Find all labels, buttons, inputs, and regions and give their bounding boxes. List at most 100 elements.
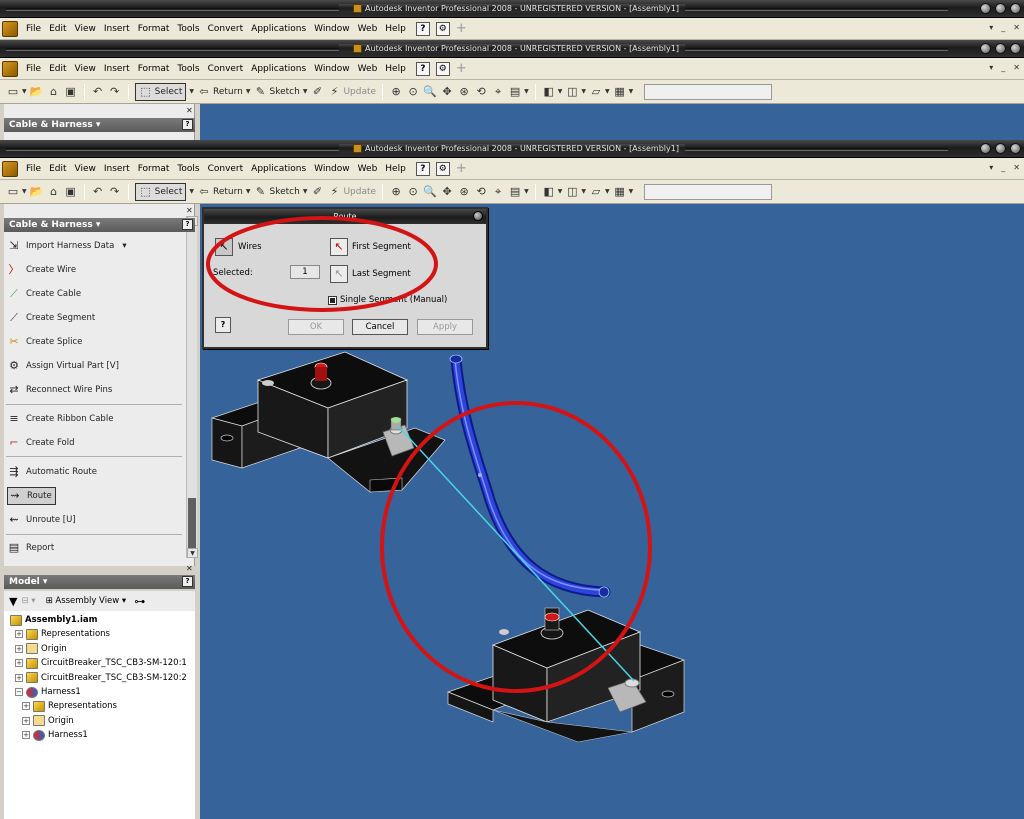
menu-format[interactable]: Format xyxy=(134,24,174,34)
web-tools-icon[interactable]: ⚙ xyxy=(435,161,450,176)
tool-unroute[interactable]: ⇜ Unroute [U] xyxy=(7,511,75,529)
maximize-button[interactable] xyxy=(995,3,1006,14)
tool-reconnect[interactable]: ⇄ Reconnect Wire Pins xyxy=(7,381,112,399)
zoom-button[interactable]: 🔍 xyxy=(423,83,437,101)
tool-wire[interactable]: 〉 Create Wire xyxy=(7,261,77,279)
undo-button[interactable]: ↶ xyxy=(91,183,105,201)
menu-tools[interactable]: Tools xyxy=(173,24,203,34)
zoom-selected-button[interactable]: ⊛ xyxy=(457,183,471,201)
doc-minimize-icon[interactable]: ▾ xyxy=(989,23,993,32)
representation-icon[interactable]: ⊟ ▾ xyxy=(21,596,35,606)
zoom-all-button[interactable]: ⊕ xyxy=(389,183,403,201)
expand-icon[interactable]: + xyxy=(15,673,23,682)
doc-minimize-icon[interactable]: ▾ xyxy=(989,63,993,72)
menu-convert[interactable]: Convert xyxy=(204,164,248,174)
collapse-icon[interactable]: − xyxy=(15,688,23,696)
panel-help-icon[interactable]: ? xyxy=(182,119,193,130)
look-at-button[interactable]: ⌖ xyxy=(491,83,505,101)
tool-cable[interactable]: ⟋ Create Cable xyxy=(7,285,81,303)
pan-button[interactable]: ✥ xyxy=(440,183,454,201)
redo-button[interactable]: ↷ xyxy=(108,83,122,101)
menu-insert[interactable]: Insert xyxy=(100,24,134,34)
tree-node[interactable]: + Representations xyxy=(22,699,117,713)
tool-segment[interactable]: ⟋ Create Segment xyxy=(7,309,95,327)
help-icon[interactable]: ? xyxy=(415,61,430,76)
expand-icon[interactable]: + xyxy=(22,702,30,711)
tree-node[interactable]: + Origin xyxy=(22,714,74,728)
cable-panel-header[interactable]: Cable & Harness ▾ ? xyxy=(4,118,195,132)
menu-tools[interactable]: Tools xyxy=(173,64,203,74)
update-button[interactable]: ⚡ Update xyxy=(327,183,376,201)
pan-button[interactable]: ✥ xyxy=(440,83,454,101)
expand-icon[interactable]: + xyxy=(15,630,23,639)
return-dropdown[interactable]: ▼ xyxy=(246,83,251,101)
rotate-button[interactable]: ⟲ xyxy=(474,183,488,201)
tree-node[interactable]: + Harness1 xyxy=(22,728,88,742)
menu-applications[interactable]: Applications xyxy=(247,164,310,174)
sketch-button[interactable]: ✎ Sketch xyxy=(254,83,300,101)
menu-format[interactable]: Format xyxy=(134,64,174,74)
select-button[interactable]: ⬚ Select xyxy=(134,82,187,101)
circuit-breaker-1[interactable] xyxy=(210,351,446,493)
tree-node[interactable]: + CircuitBreaker_TSC_CB3-SM-120:2 xyxy=(15,671,187,685)
menu-web[interactable]: Web xyxy=(354,64,382,74)
scroll-thumb[interactable] xyxy=(188,498,196,548)
first-segment-button[interactable]: ↖ xyxy=(330,238,348,256)
inventor-logo-icon[interactable] xyxy=(2,160,18,177)
selected-count-field[interactable]: 1 xyxy=(290,265,320,279)
panel-close-icon[interactable]: ✕ xyxy=(186,106,193,115)
harness-segment[interactable] xyxy=(449,354,611,598)
sketch-button[interactable]: ✎ Sketch xyxy=(254,183,300,201)
camera-button[interactable]: ▤ ▼ xyxy=(508,183,529,201)
close-button[interactable] xyxy=(1010,143,1021,154)
menu-format[interactable]: Format xyxy=(134,164,174,174)
expand-icon[interactable]: + xyxy=(22,716,30,725)
minimize-button[interactable] xyxy=(980,3,991,14)
inventor-logo-icon[interactable] xyxy=(2,20,18,37)
dialog-close-icon[interactable] xyxy=(473,211,483,221)
sketch-dropdown[interactable]: ▼ xyxy=(303,183,308,201)
menu-window[interactable]: Window xyxy=(310,164,354,174)
project-button[interactable]: ⌂ xyxy=(47,183,61,201)
redo-button[interactable]: ↷ xyxy=(108,183,122,201)
assembly-view-dropdown[interactable]: ⊞ Assembly View ▾ xyxy=(46,596,127,606)
tree-node[interactable]: − Harness1 xyxy=(15,685,81,699)
rotate-button[interactable]: ⟲ xyxy=(474,83,488,101)
new-file-button[interactable]: ▭ ▼ xyxy=(6,83,27,101)
model-panel-header[interactable]: Model ▾ ? xyxy=(4,575,195,589)
zoom-selected-button[interactable]: ⊛ xyxy=(457,83,471,101)
maximize-button[interactable] xyxy=(995,143,1006,154)
tool-ribbon-cable[interactable]: ≡ Create Ribbon Cable xyxy=(7,410,113,428)
model-help-icon[interactable]: ? xyxy=(182,576,193,587)
menu-applications[interactable]: Applications xyxy=(247,24,310,34)
menu-insert[interactable]: Insert xyxy=(100,164,134,174)
doc-restore-icon[interactable]: _ xyxy=(1001,163,1005,172)
menu-web[interactable]: Web xyxy=(354,164,382,174)
menu-edit[interactable]: Edit xyxy=(45,24,70,34)
menu-window[interactable]: Window xyxy=(310,64,354,74)
zoom-window-button[interactable]: ⊙ xyxy=(406,83,420,101)
doc-close-icon[interactable]: ✕ xyxy=(1013,163,1020,172)
menu-window[interactable]: Window xyxy=(310,24,354,34)
section-view-button[interactable]: ▱ ▼ xyxy=(589,183,610,201)
doc-close-icon[interactable]: ✕ xyxy=(1013,23,1020,32)
menu-help[interactable]: Help xyxy=(381,24,410,34)
wires-select-button[interactable]: ↖ xyxy=(215,238,233,256)
apply-button[interactable]: Apply xyxy=(417,319,473,335)
expand-icon[interactable]: + xyxy=(15,659,23,668)
panel-scrollbar[interactable]: ▲ ▼ xyxy=(186,216,198,558)
route-dialog-titlebar[interactable]: Route xyxy=(204,209,486,224)
close-button[interactable] xyxy=(1010,43,1021,54)
menu-convert[interactable]: Convert xyxy=(204,24,248,34)
look-at-button[interactable]: ⌖ xyxy=(491,183,505,201)
window-titlebar-3[interactable]: Autodesk Inventor Professional 2008 - UN… xyxy=(0,140,1024,158)
tool-virtual-part[interactable]: ⚙ Assign Virtual Part [V] xyxy=(7,357,119,375)
tree-node[interactable]: Assembly1.iam xyxy=(10,613,98,627)
doc-minimize-icon[interactable]: ▾ xyxy=(989,163,993,172)
cancel-button[interactable]: Cancel xyxy=(352,319,408,335)
menu-applications[interactable]: Applications xyxy=(247,64,310,74)
display-mode-button[interactable]: ◧ ▼ xyxy=(542,83,563,101)
update-button[interactable]: ⚡ Update xyxy=(327,83,376,101)
dropdown-arrow-icon[interactable]: ▾ xyxy=(122,241,126,251)
doc-restore-icon[interactable]: _ xyxy=(1001,63,1005,72)
